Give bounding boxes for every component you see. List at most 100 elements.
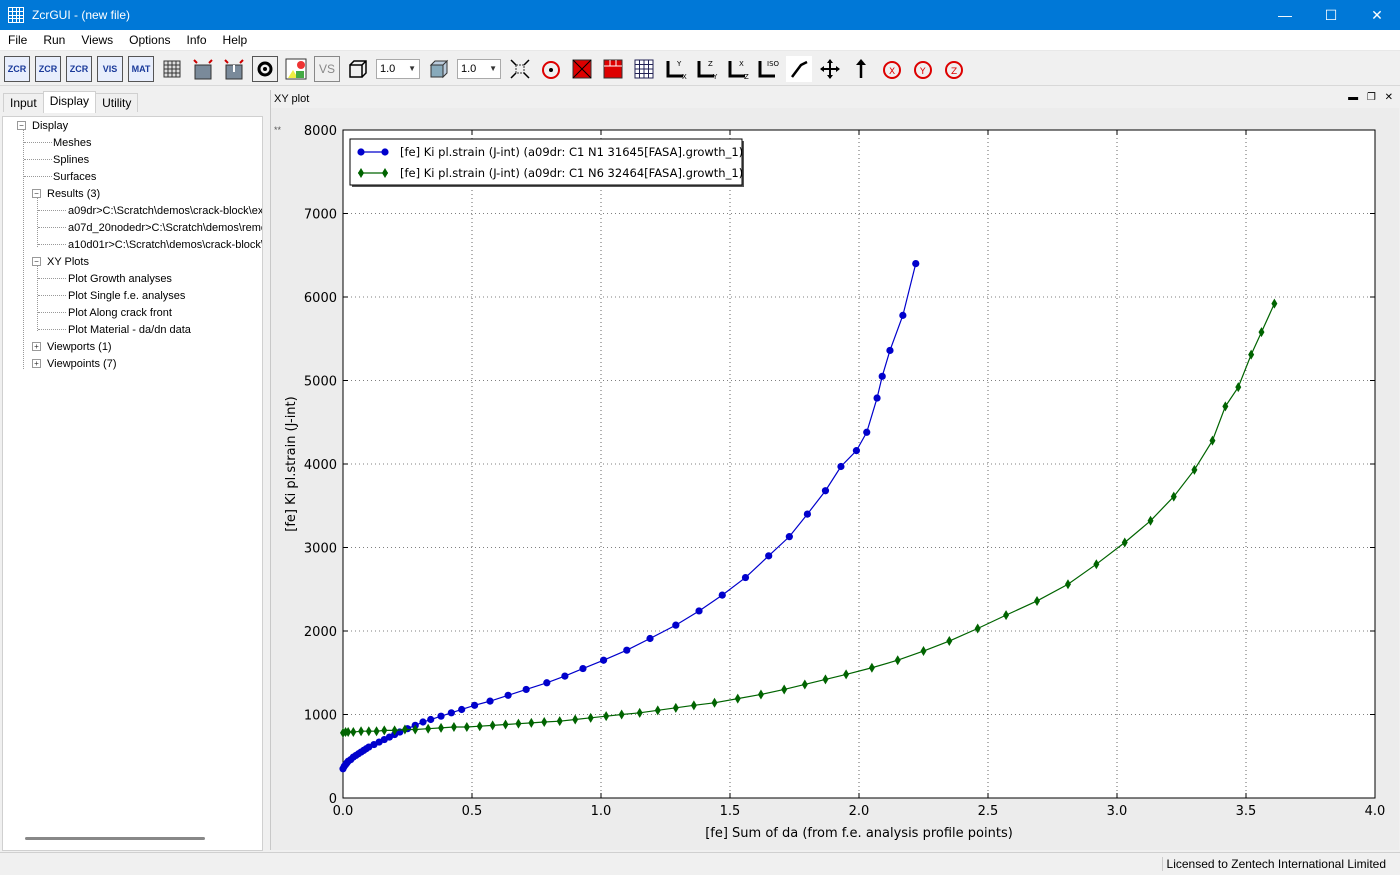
menu-options[interactable]: Options xyxy=(121,33,178,47)
series-1-point xyxy=(741,573,750,582)
svg-text:X: X xyxy=(889,67,895,77)
settings-button[interactable] xyxy=(252,55,278,82)
collapse-icon[interactable]: − xyxy=(32,257,41,266)
solid-box-button[interactable] xyxy=(426,56,452,82)
tree-item-surfaces[interactable]: Surfaces xyxy=(53,168,96,185)
series-1-point xyxy=(785,533,793,541)
tree-item-label: a10d01r>C:\Scratch\demos\crack-block\ xyxy=(68,238,263,251)
rotate-y-button[interactable]: Y xyxy=(910,56,936,82)
blue-grid-button[interactable] xyxy=(631,56,657,82)
tab-utility[interactable]: Utility xyxy=(95,93,139,112)
view-zy-button[interactable]: ZY xyxy=(693,56,719,82)
tree-item-label: Plot Along crack front xyxy=(68,306,172,319)
zcr-edit-button[interactable]: ZCR xyxy=(66,55,92,82)
tree-item-label: Display xyxy=(32,119,69,132)
vs-button[interactable]: VS xyxy=(314,55,340,82)
zcr-new-icon: ZCR xyxy=(7,63,27,74)
series-1-point xyxy=(437,712,445,720)
menu-info[interactable]: Info xyxy=(179,33,215,47)
series-1-point xyxy=(803,510,812,518)
series-1-point xyxy=(561,672,569,680)
expand-icon[interactable]: + xyxy=(32,359,41,368)
red-box-button[interactable] xyxy=(569,56,595,82)
panel-window-controls[interactable]: ▬ ❐ ✕ xyxy=(1348,92,1396,103)
rotate-button[interactable] xyxy=(538,56,564,82)
rotate-x-button[interactable]: X xyxy=(879,56,905,82)
tree-item-display[interactable]: − Display xyxy=(17,117,68,134)
series-1-point xyxy=(837,462,845,471)
legend-marker-1 xyxy=(381,148,389,156)
plot-canvas-area: ** 0.0 0.5 1.0 1.5 2.0 2.5 3.0 3.5 4.0 0 1000 2000 3… xyxy=(271,108,1399,850)
scale-combo-1[interactable]: 1.0 ▼ xyxy=(376,58,420,79)
zcr-open-icon: ZCR xyxy=(38,63,58,74)
tree-item-viewports[interactable]: + Viewports (1) xyxy=(32,338,112,355)
legend-label-2: [fe] Ki pl.strain (J-int) (a09dr: C1 N6 … xyxy=(400,166,743,180)
tab-input[interactable]: Input xyxy=(3,93,44,112)
zcr-edit-icon: ZCR xyxy=(69,63,89,74)
pan-button[interactable] xyxy=(817,56,843,82)
draw-line-button[interactable] xyxy=(786,55,812,82)
tab-display[interactable]: Display xyxy=(42,91,97,113)
zoom-fit-icon xyxy=(510,58,530,79)
block-up-button[interactable] xyxy=(190,56,216,82)
collapse-icon[interactable]: − xyxy=(17,121,26,130)
red-mesh-button[interactable] xyxy=(600,56,626,82)
menu-help[interactable]: Help xyxy=(215,33,256,47)
view-xz-button[interactable]: XZ xyxy=(724,56,750,82)
mesh-grid-button[interactable] xyxy=(159,56,185,82)
move-up-button[interactable] xyxy=(848,56,874,82)
series-1-point xyxy=(504,691,512,699)
view-iso-button[interactable]: ISO xyxy=(755,56,781,82)
tree-item-results[interactable]: − Results (3) xyxy=(32,185,100,202)
tree-item-xy-plots[interactable]: − XY Plots xyxy=(32,253,89,270)
tree-item-result-a10d01r[interactable]: a10d01r>C:\Scratch\demos\crack-block\ xyxy=(68,236,263,253)
svg-text:Z: Z xyxy=(708,60,713,68)
tree-item-label: XY Plots xyxy=(47,255,89,268)
x-tick-label: 2.0 xyxy=(849,804,870,819)
tree-item-result-a09dr[interactable]: a09dr>C:\Scratch\demos\crack-block\ex xyxy=(68,202,262,219)
menu-file[interactable]: File xyxy=(0,33,35,47)
zcr-new-button[interactable]: ZCR xyxy=(4,55,30,82)
zoom-fit-button[interactable] xyxy=(507,56,533,82)
zcr-open-button[interactable]: ZCR xyxy=(35,55,61,82)
svg-text:Y: Y xyxy=(676,60,682,68)
title-bar: ZcrGUI - (new file) — ☐ ✕ xyxy=(0,0,1400,30)
tree-item-meshes[interactable]: Meshes xyxy=(53,134,92,151)
series-1-point xyxy=(878,372,886,380)
move-arrows-icon xyxy=(820,58,840,79)
shapes-button[interactable] xyxy=(283,56,309,82)
scale-combo-2[interactable]: 1.0 ▼ xyxy=(457,58,501,79)
view-xy-button[interactable]: YX xyxy=(662,56,688,82)
vs-icon: VS xyxy=(318,61,335,76)
mat-button[interactable]: MAT xyxy=(128,55,154,82)
menu-views[interactable]: Views xyxy=(73,33,121,47)
wireframe-box-button[interactable] xyxy=(345,56,371,82)
rotate-z-button[interactable]: Z xyxy=(941,56,967,82)
maximize-button[interactable]: ☐ xyxy=(1308,0,1354,30)
tree-item-label: Viewpoints (7) xyxy=(47,357,117,370)
tree-item-plot-single[interactable]: Plot Single f.e. analyses xyxy=(68,287,185,304)
collapse-icon[interactable]: − xyxy=(32,189,41,198)
svg-text:X: X xyxy=(682,73,687,81)
tree-item-viewpoints[interactable]: + Viewpoints (7) xyxy=(32,355,117,372)
tree-item-splines[interactable]: Splines xyxy=(53,151,89,168)
scale-combo-1-value: 1.0 xyxy=(380,62,396,75)
plot-marker-text: ** xyxy=(274,125,282,135)
menu-bar: File Run Views Options Info Help xyxy=(0,30,1400,51)
tree-item-plot-along-front[interactable]: Plot Along crack front xyxy=(68,304,172,321)
tree-item-plot-material[interactable]: Plot Material - da/dn data xyxy=(68,321,191,338)
series-1-point xyxy=(912,260,920,268)
horizontal-scrollbar[interactable] xyxy=(25,837,205,840)
vis-button[interactable]: VIS xyxy=(97,55,123,82)
tree-item-label: Plot Growth analyses xyxy=(68,272,172,285)
close-button[interactable]: ✕ xyxy=(1354,0,1400,30)
tree-item-plot-growth[interactable]: Plot Growth analyses xyxy=(68,270,172,287)
tree-item-label: Splines xyxy=(53,153,90,166)
display-tree: − Display Meshes Splines Surfaces − Resu… xyxy=(2,116,263,851)
block-crack-button[interactable] xyxy=(221,56,247,82)
minimize-button[interactable]: — xyxy=(1262,0,1308,30)
tree-item-result-a07d[interactable]: a07d_20nodedr>C:\Scratch\demos\reme xyxy=(68,219,262,236)
expand-icon[interactable]: + xyxy=(32,342,41,351)
vis-icon: VIS xyxy=(102,63,118,74)
menu-run[interactable]: Run xyxy=(35,33,73,47)
